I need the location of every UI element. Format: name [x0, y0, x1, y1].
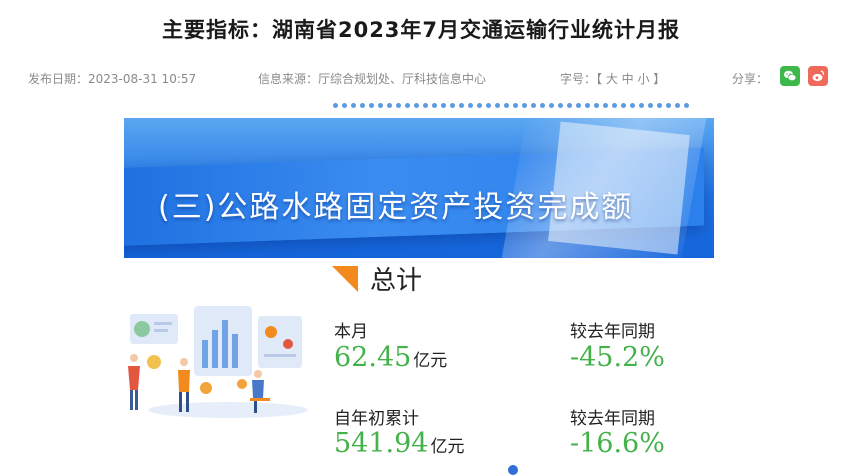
page-title: 主要指标：湖南省2023年7月交通运输行业统计月报 [161, 18, 681, 42]
ytd-yoy-label: 较去年同期 [570, 409, 655, 429]
wechat-icon [783, 70, 797, 82]
month-yoy-value: -45.2% [570, 342, 665, 373]
wechat-share-button[interactable] [780, 66, 800, 86]
share-label: 分享： [732, 72, 769, 86]
section-banner: (三)公路水路固定资产投资完成额 [124, 118, 714, 258]
section-title: 总计 [370, 266, 423, 296]
month-value: 62.45 亿元 [334, 342, 447, 373]
month-yoy-label: 较去年同期 [570, 322, 655, 342]
decorative-dots [333, 103, 689, 108]
month-value-unit: 亿元 [413, 351, 448, 371]
ytd-value: 541.94 亿元 [334, 428, 464, 459]
ytd-yoy-value: -16.6% [570, 428, 665, 459]
info-source: 信息来源：厅综合规划处、厅科技信息中心 [258, 72, 487, 86]
banner-heading: (三)公路水路固定资产投资完成额 [158, 190, 634, 225]
publish-date: 发布日期：2023-08-31 10:57 [28, 72, 197, 86]
weibo-share-button[interactable] [808, 66, 828, 86]
month-label: 本月 [334, 322, 368, 342]
ytd-label: 自年初累计 [334, 409, 419, 429]
ytd-value-number: 541.94 [334, 428, 429, 459]
ytd-value-unit: 亿元 [430, 437, 465, 457]
font-size-control[interactable]: 字号：【 大 中 小 】 [560, 70, 665, 87]
section-arrow-icon [332, 266, 358, 292]
data-analysis-illustration [128, 306, 308, 418]
month-value-number: 62.45 [334, 342, 412, 373]
weibo-icon [812, 70, 825, 82]
